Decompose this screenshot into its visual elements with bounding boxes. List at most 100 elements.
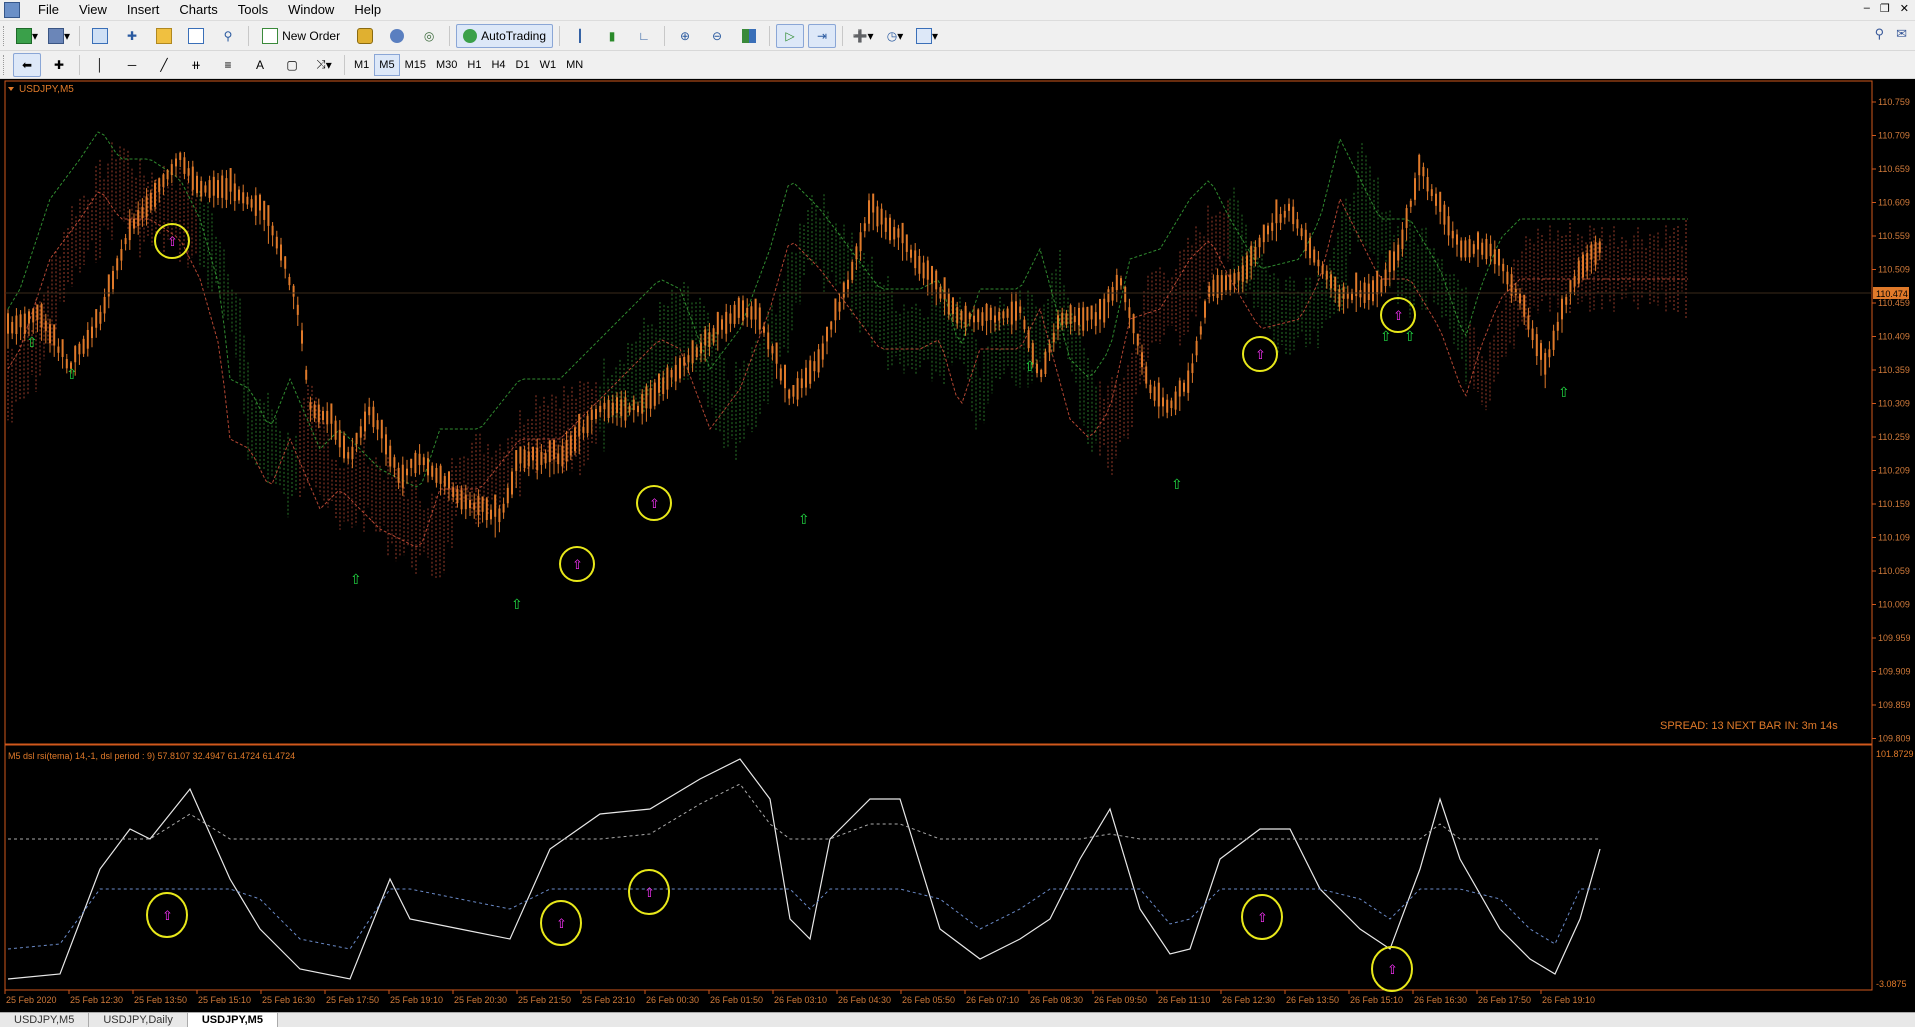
tile-windows-button[interactable]	[735, 24, 763, 48]
candle-body	[666, 367, 669, 390]
zoom-out-button[interactable]: ⊖	[703, 24, 731, 48]
menu-insert[interactable]: Insert	[117, 0, 170, 20]
horizontal-line-button[interactable]: ─	[118, 53, 146, 77]
price-tick-label: 110.109	[1878, 533, 1910, 543]
candle-body	[872, 193, 875, 213]
timeframe-h1-button[interactable]: H1	[462, 54, 486, 76]
profiles-button[interactable]: ▾	[45, 24, 73, 48]
timeframe-m5-button[interactable]: M5	[374, 53, 400, 76]
strategy-tester-button[interactable]: ⚲	[214, 24, 242, 48]
menu-file[interactable]: File	[28, 0, 69, 20]
candle-body	[868, 200, 870, 224]
search-icon[interactable]: ⚲	[1875, 26, 1885, 42]
auto-scroll-button[interactable]: ▷	[776, 23, 805, 48]
cursor-button[interactable]: ⬅	[13, 52, 41, 77]
trendline-button[interactable]: ╱	[150, 53, 178, 77]
chart-canvas[interactable]: ⇧⇧⇧⇧⇧⇧⇧⇧⇧⇧⇧⇧⇧ ⇧⇧ ⇧⇧⇧⇧⇧ 110.759110.709110.…	[0, 79, 1915, 1012]
candle-body	[561, 445, 564, 467]
menu-view[interactable]: View	[69, 0, 117, 20]
menu-help[interactable]: Help	[344, 0, 391, 20]
main-chart-frame	[4, 80, 1873, 745]
text-label-button[interactable]: ▢	[278, 53, 306, 77]
candle-body	[1447, 216, 1450, 236]
channel-button[interactable]: ⧺	[182, 53, 210, 77]
text-button[interactable]: A	[246, 53, 274, 77]
new-order-button[interactable]: New Order	[255, 24, 347, 48]
navigator-icon	[156, 27, 173, 44]
menu-window[interactable]: Window	[278, 0, 344, 20]
candle-body	[418, 453, 421, 466]
periods-button[interactable]: ◷ ▾	[881, 24, 909, 48]
candle-body	[166, 170, 169, 180]
candle-body	[1078, 307, 1080, 326]
radio-button[interactable]: ◎	[415, 24, 443, 48]
bar-chart-button[interactable]: ┃	[566, 24, 594, 48]
menu-bar: File View Insert Charts Tools Window Hel…	[0, 0, 1915, 21]
vertical-line-button[interactable]: │	[86, 53, 114, 77]
candle-body	[1430, 189, 1433, 196]
templates-button[interactable]: ▾	[913, 24, 941, 48]
line-chart-button[interactable]: ∟	[630, 24, 658, 48]
timeframe-d1-button[interactable]: D1	[511, 54, 535, 76]
candle-body	[973, 315, 975, 323]
menu-charts[interactable]: Charts	[169, 0, 227, 20]
candle-body	[334, 420, 337, 440]
candle-body	[187, 168, 190, 176]
candle-body	[1464, 240, 1467, 258]
menu-tools[interactable]: Tools	[228, 0, 278, 20]
candle-body	[532, 446, 534, 461]
separator	[842, 25, 844, 46]
minimize-icon[interactable]: –	[1864, 2, 1870, 15]
timeframe-m30-button[interactable]: M30	[431, 54, 462, 76]
market-watch-button[interactable]	[86, 24, 114, 48]
zoom-in-button[interactable]: ⊕	[671, 24, 699, 48]
chart-tab[interactable]: USDJPY,M5	[187, 1013, 278, 1027]
arrows-button[interactable]: ⤨ ▾	[310, 53, 338, 77]
timeframe-m15-button[interactable]: M15	[400, 54, 431, 76]
candle-body	[183, 157, 186, 174]
collapse-arrow-icon[interactable]	[8, 87, 14, 91]
navigator-button[interactable]	[150, 24, 178, 48]
restore-icon[interactable]: ❐	[1880, 2, 1890, 15]
chart-window[interactable]: ⇧ ⇧ ⇧ ⇧ ⇧ ⇧ ⇧ ⇧ ⇧ ⇧ ⇧ ⇧ ⇧ ⇧ ⇧ ⇧ ⇧ ⇧ ⇧ ⇧ 110.759 110.709 110.…	[0, 79, 1915, 1012]
candlesticks-button[interactable]: ▮	[598, 24, 626, 48]
new-chart-button[interactable]: ▾	[13, 24, 41, 48]
timeframe-mn-button[interactable]: MN	[561, 54, 588, 76]
metaeditor-button[interactable]	[351, 24, 379, 48]
magenta-arrow-icon: ⇧	[572, 557, 583, 572]
candle-body	[523, 449, 526, 469]
close-icon[interactable]: ✕	[1900, 2, 1909, 15]
candle-body	[1128, 307, 1131, 318]
candle-body	[263, 200, 266, 220]
candle-body	[1506, 271, 1509, 285]
chart-shift-button[interactable]: ⇥	[808, 23, 837, 48]
candle-body	[1300, 228, 1303, 237]
time-tick-label: 26 Feb 16:30	[1414, 995, 1467, 1005]
timeframe-w1-button[interactable]: W1	[535, 54, 562, 76]
terminal-icon	[188, 27, 205, 44]
candle-body	[1015, 301, 1017, 321]
signals-button[interactable]	[383, 24, 411, 48]
candle-body	[1283, 210, 1286, 218]
candle-body	[1195, 340, 1198, 356]
chart-tab[interactable]: USDJPY,M5	[0, 1013, 90, 1027]
candle-body	[1191, 363, 1194, 374]
autotrading-button[interactable]: AutoTrading	[456, 23, 554, 48]
candle-body	[691, 340, 694, 364]
candle-body	[746, 307, 749, 318]
data-window-button[interactable]: ✚	[118, 24, 146, 48]
terminal-button[interactable]	[182, 24, 210, 48]
candle-body	[695, 347, 698, 358]
chat-icon[interactable]: ✉	[1896, 26, 1907, 42]
indicators-button[interactable]: ➕ ▾	[849, 24, 877, 48]
timeframe-h4-button[interactable]: H4	[486, 54, 510, 76]
candle-body	[1338, 289, 1341, 307]
chart-tab[interactable]: USDJPY,Daily	[89, 1013, 188, 1027]
crosshair-button[interactable]: ✚	[45, 53, 73, 77]
timeframe-m1-button[interactable]: M1	[349, 54, 374, 76]
time-tick-label: 26 Feb 13:50	[1286, 995, 1339, 1005]
candle-body	[36, 304, 39, 320]
candle-body	[931, 265, 933, 284]
fibonacci-button[interactable]: ≡	[214, 53, 242, 77]
time-tick-label: 26 Feb 09:50	[1094, 995, 1147, 1005]
